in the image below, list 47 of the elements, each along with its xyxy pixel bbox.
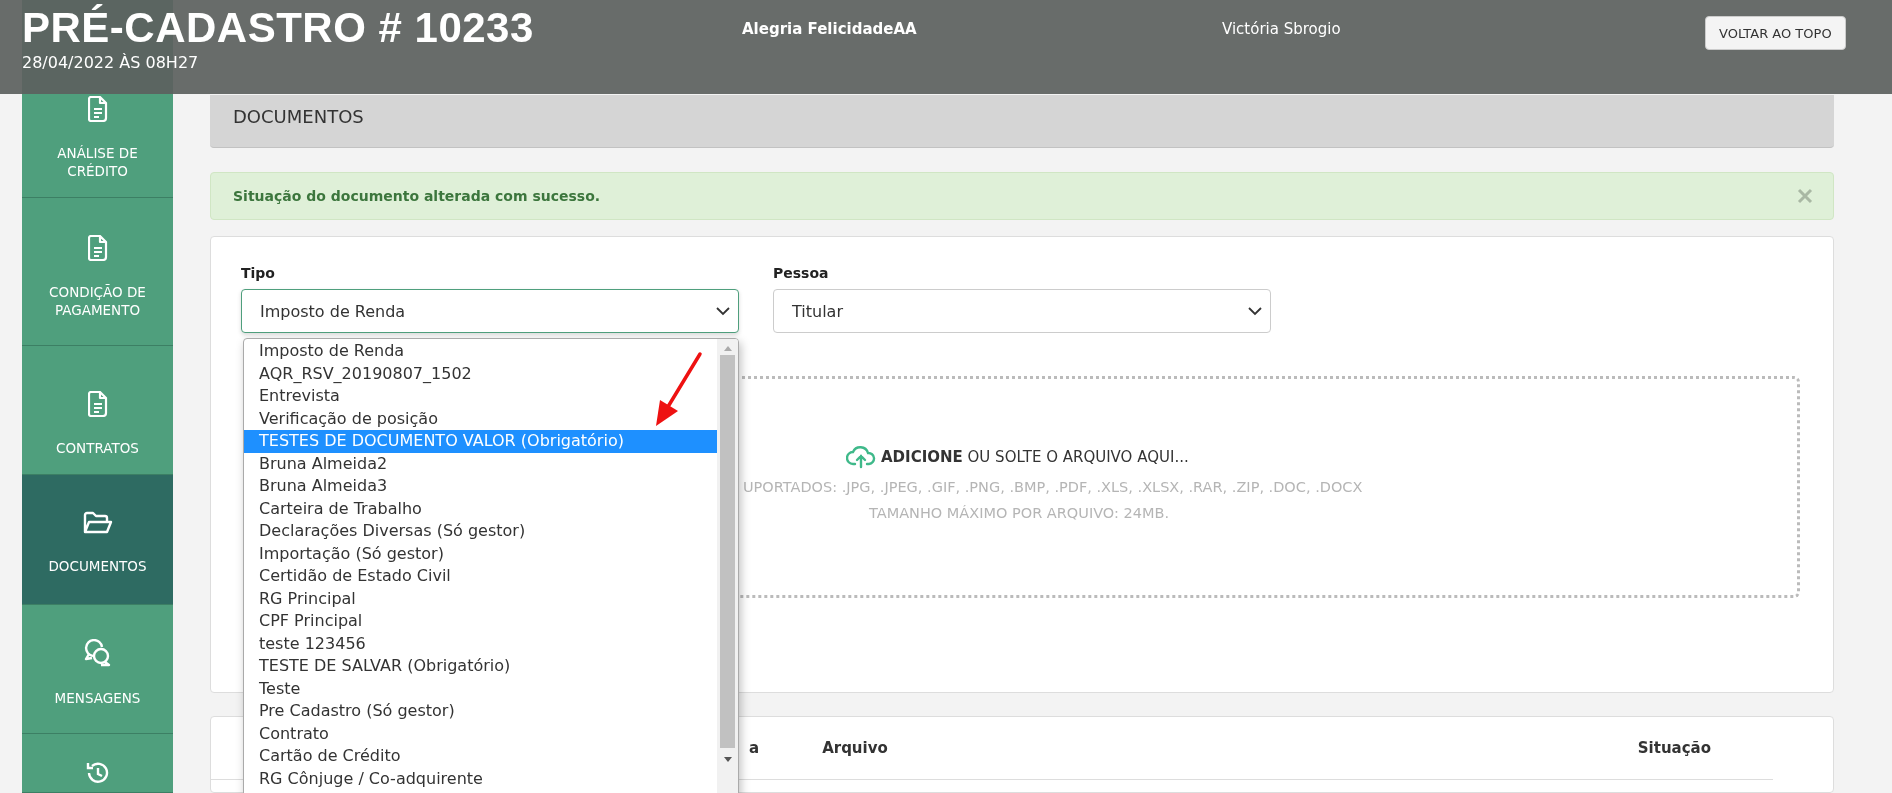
scroll-down-icon[interactable] [722, 757, 733, 763]
dropdown-option[interactable]: Teste [244, 677, 717, 700]
section-header: DOCUMENTOS [210, 95, 1834, 148]
field-label: Pessoa [773, 265, 830, 281]
chevron-icon [716, 306, 730, 316]
dropdown-option[interactable]: TESTE DE SALVAR (Obrigatório) [244, 655, 717, 678]
dropdown-option[interactable]: Imposto de Renda [244, 340, 717, 363]
alert-message: Situação do documento alterada com sucesso. [233, 188, 601, 204]
dropdown-option[interactable]: Declarações Diversas (Só gestor) [244, 520, 717, 543]
dropdown-option[interactable]: Carteira de Trabalho [244, 497, 717, 520]
dropdown-option[interactable]: Pre Cadastro (Só gestor) [244, 700, 717, 723]
dropdown-option[interactable]: Verificação de posição [244, 407, 717, 430]
upload-prompt: ADICIONE OU SOLTE O ARQUIVO AQUI... [881, 448, 1189, 466]
document-icon [87, 390, 108, 417]
column-header: a [749, 739, 760, 757]
date-text: 28/04/2022 ÀS 08H27 [22, 53, 199, 72]
dropdown-option[interactable]: Cartão de Crédito [244, 745, 717, 768]
dropdown-option[interactable]: Importação (Só gestor) [244, 542, 717, 565]
back-to-top-button[interactable]: VOLTAR AO TOPO [1705, 16, 1846, 50]
scroll-up-icon[interactable] [722, 345, 733, 351]
folder-icon [82, 510, 113, 535]
dropdown-option[interactable]: Contrato [244, 722, 717, 745]
agent-name: Victória Sbrogio [1222, 20, 1341, 38]
document-icon [87, 234, 108, 261]
close-icon[interactable] [1797, 188, 1813, 204]
max-size-text: TAMANHO MÁXIMO POR ARQUIVO: 24MB. [869, 505, 1170, 521]
dropdown-option[interactable]: CPF Principal [244, 610, 717, 633]
select-field[interactable]: Titular [773, 289, 1271, 333]
cloud-upload-icon [846, 445, 876, 469]
dropdown-option[interactable]: teste 123456 [244, 632, 717, 655]
dropdown-option[interactable]: Bruna Almeida3 [244, 475, 717, 498]
column-header: Arquivo [822, 739, 888, 757]
chevron-icon [1248, 306, 1262, 316]
field-label: Tipo [241, 265, 276, 281]
dropdown-option[interactable]: RG Cônjuge / Co-adquirente [244, 767, 717, 790]
column-header: Situação [1637, 739, 1712, 757]
dropdown-option[interactable]: Certidão de Estado Civil [244, 565, 717, 588]
document-icon [87, 96, 108, 122]
page-title: PRÉ-CADASTRO # 10233 [22, 4, 534, 52]
dropdown-option[interactable]: Bruna Almeida2 [244, 452, 717, 475]
scrollbar[interactable] [717, 339, 738, 793]
supported-formats-text: UPORTADOS: .JPG, .JPEG, .GIF, .PNG, .BMP, .PDF, .XLS, .XLSX, .RAR, .ZIP, .DOC, .DOCX [743, 479, 1364, 495]
client-name: Alegria FelicidadeAA [742, 20, 917, 38]
sidebar-item[interactable]: DOCUMENTOS [22, 474, 173, 605]
select-field[interactable]: Imposto de Renda [241, 289, 739, 333]
chat-icon [83, 638, 112, 667]
dropdown-option[interactable]: Entrevista [244, 385, 717, 408]
